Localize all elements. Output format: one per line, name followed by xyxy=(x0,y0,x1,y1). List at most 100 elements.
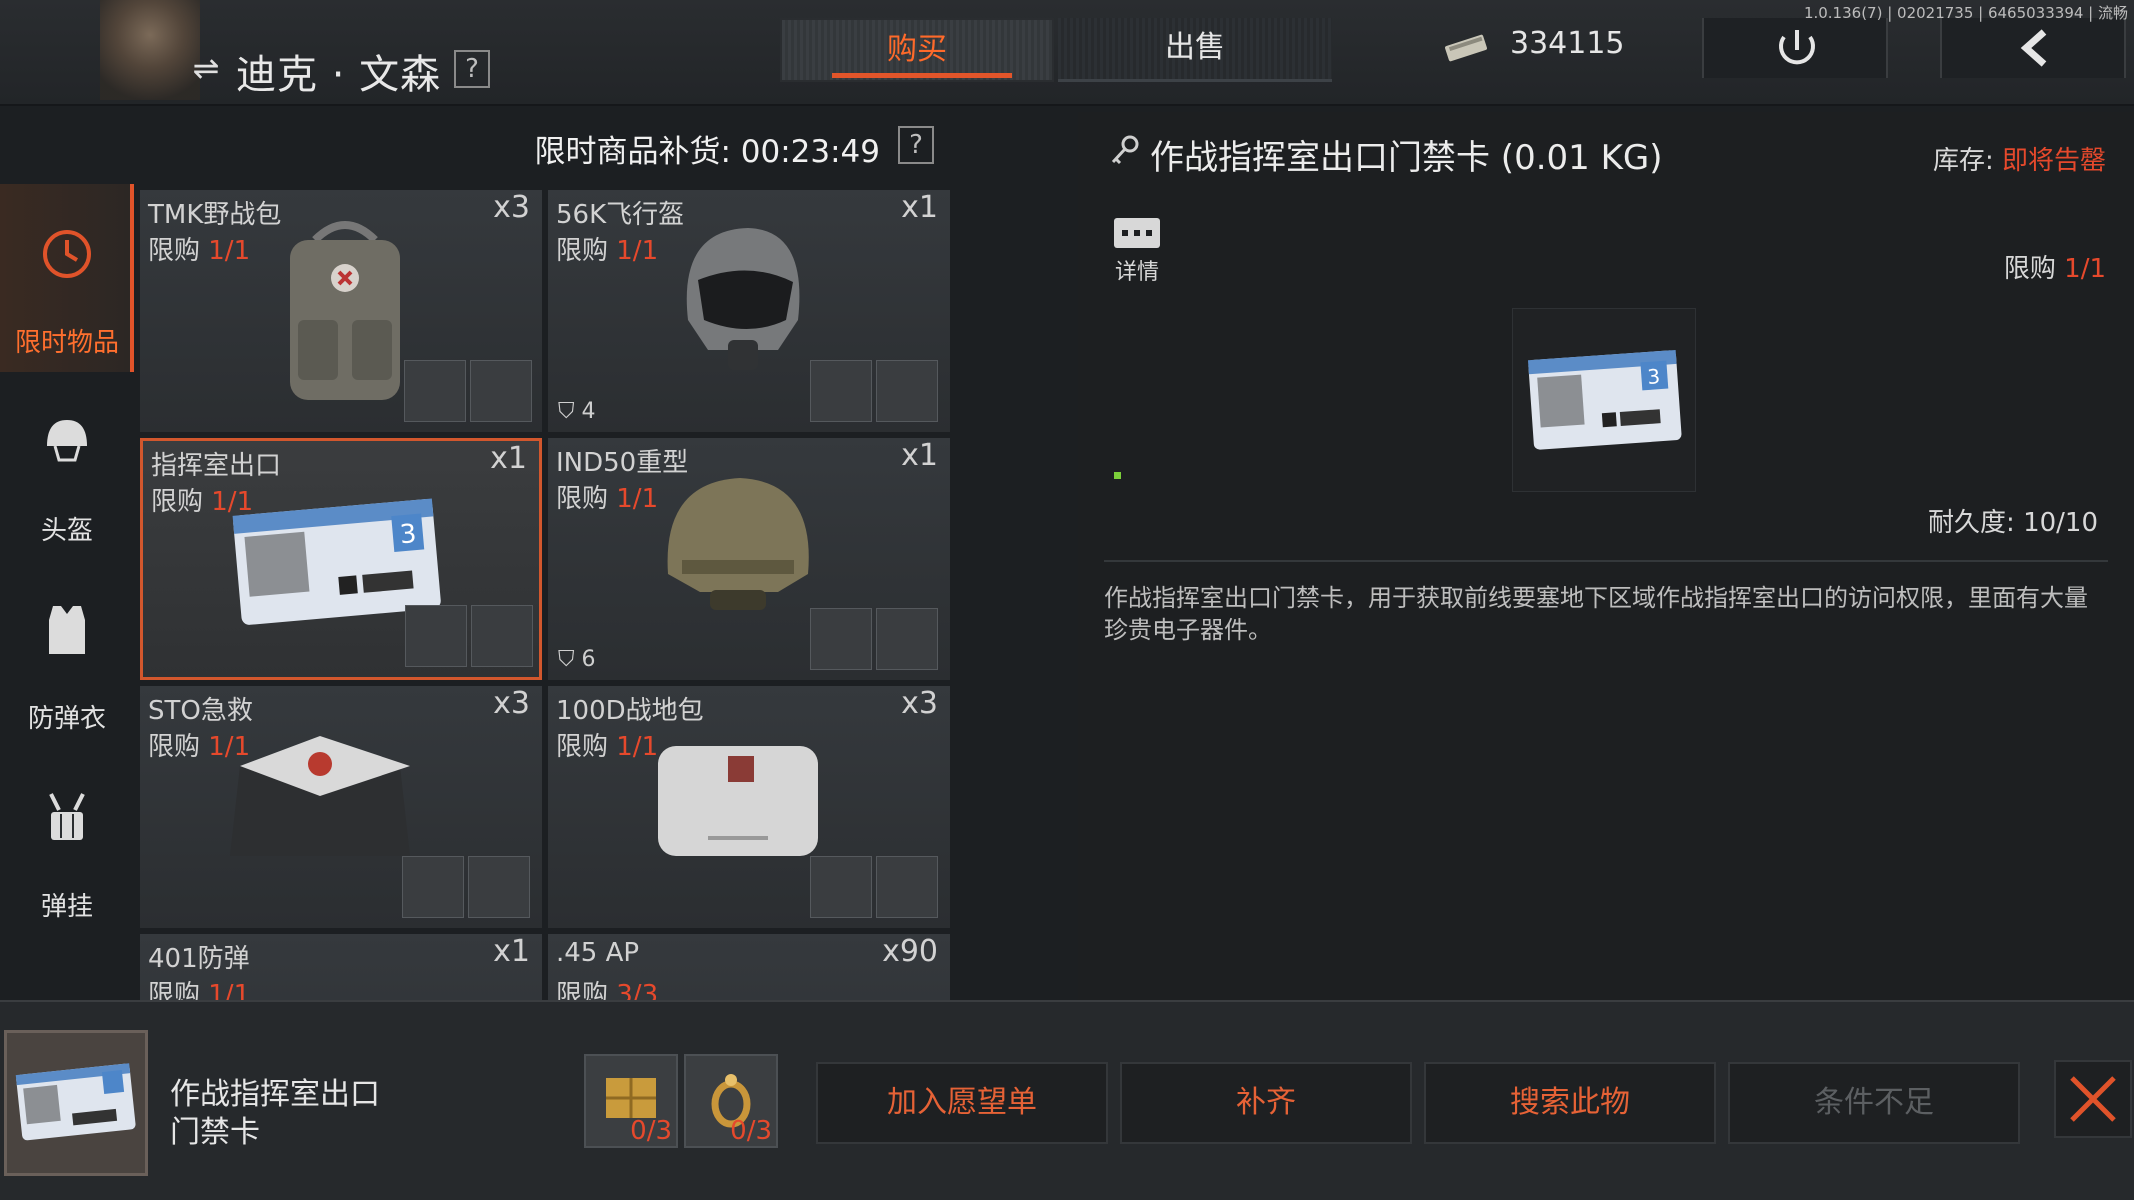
item-limit: 限购 1/1 xyxy=(556,236,659,266)
item-qty: x1 xyxy=(493,934,530,969)
medkit-case-icon xyxy=(230,736,410,856)
item-name: .45 AP xyxy=(556,938,640,968)
item-card[interactable]: STO急救 x3 限购 1/1 xyxy=(140,686,542,928)
stock-status: 库存: 即将告罄 xyxy=(1932,146,2106,176)
item-name: STO急救 xyxy=(148,696,253,726)
svg-text:3: 3 xyxy=(1647,364,1661,389)
insufficient-conditions-button[interactable]: 条件不足 xyxy=(1728,1062,2020,1144)
restock-button[interactable]: 补齐 xyxy=(1120,1062,1412,1144)
category-label: 头盔 xyxy=(40,516,93,546)
status-indicator xyxy=(1114,472,1121,479)
item-name: 100D战地包 xyxy=(556,696,704,726)
item-card[interactable]: 401防弹 x1 限购 1/1 xyxy=(140,934,542,1000)
ring-icon xyxy=(471,605,533,667)
bottom-action-bar: 作战指挥室出口门禁卡 0/3 0/3 加入愿望单 补齐 搜索此物 条件不足 xyxy=(0,1000,2134,1200)
category-vest[interactable]: 防弹衣 xyxy=(0,560,134,748)
money-icon xyxy=(1445,34,1487,62)
item-name: 401防弹 xyxy=(148,944,250,974)
shop-header: 限时商品补货: 00:23:49 xyxy=(138,112,958,184)
heavy-helmet-icon xyxy=(667,478,809,610)
material-slot xyxy=(876,360,938,422)
helmet-icon xyxy=(47,420,87,462)
material-slot xyxy=(404,360,466,422)
item-card[interactable]: IND50重型 x1 限购 1/1 ⛉ 6 xyxy=(548,438,950,680)
divider xyxy=(1104,560,2108,562)
item-card[interactable]: 100D战地包 x3 限购 1/1 xyxy=(548,686,950,928)
material-slot xyxy=(470,360,532,422)
details-label: 详情 xyxy=(1114,260,1159,285)
trader-name: 迪克 · 文森 xyxy=(236,52,442,98)
requirement-slot[interactable]: 0/3 xyxy=(584,1054,678,1148)
material-slot xyxy=(876,608,938,670)
requirement-count: 0/3 xyxy=(630,1116,672,1146)
keycard-icon xyxy=(15,1063,136,1141)
item-qty: x3 xyxy=(493,190,530,225)
item-name: TMK野战包 xyxy=(148,200,282,230)
category-helmet[interactable]: 头盔 xyxy=(0,372,134,560)
back-button[interactable] xyxy=(1940,18,2126,78)
selected-item-thumbnail xyxy=(4,1030,148,1176)
svg-text:3: 3 xyxy=(399,519,418,550)
tab-sell-label: 出售 xyxy=(1165,30,1225,65)
field-bag-icon xyxy=(658,746,818,856)
tab-sell[interactable]: 出售 xyxy=(1058,18,1332,82)
item-limit: 限购 1/1 xyxy=(148,236,251,266)
item-qty: x1 xyxy=(901,190,938,225)
swap-trader-icon[interactable]: ⇌ xyxy=(188,50,224,86)
item-qty: x1 xyxy=(901,438,938,473)
active-tab-indicator xyxy=(832,73,1012,78)
selected-item-name: 作战指挥室出口门禁卡 xyxy=(170,1077,380,1150)
requirement-slot[interactable]: 0/3 xyxy=(684,1054,778,1148)
item-qty: x1 xyxy=(490,441,527,476)
material-slot xyxy=(810,856,872,918)
item-name: 56K飞行盔 xyxy=(556,200,685,230)
more-icon xyxy=(1114,218,1160,248)
restock-help-button[interactable]: ? xyxy=(898,126,934,164)
top-bar: ⇌ 迪克 · 文森 ? 购买 出售 334115 1.0.136(7) | 02… xyxy=(0,0,2134,106)
add-to-wishlist-button[interactable]: 加入愿望单 xyxy=(816,1062,1108,1144)
item-card-selected[interactable]: 指挥室出口 x1 限购 1/1 3 xyxy=(140,438,542,680)
armor-class: ⛉ 6 xyxy=(558,647,596,672)
details-button[interactable]: 详情 xyxy=(1112,218,1162,288)
material-slot xyxy=(810,360,872,422)
category-rail: 限时物品 头盔 防弹衣 弹挂 xyxy=(0,180,138,1000)
durability: 耐久度: 10/10 xyxy=(1928,508,2098,538)
item-limit: 限购 1/1 xyxy=(556,484,659,514)
item-preview: 3 xyxy=(1512,308,1696,492)
detail-purchase-limit: 限购 1/1 xyxy=(2003,254,2106,284)
category-label: 限时物品 xyxy=(14,328,119,358)
item-qty: x3 xyxy=(493,686,530,721)
tab-buy[interactable]: 购买 xyxy=(780,18,1054,82)
item-limit: 限购 3/3 xyxy=(556,980,659,1000)
detail-title: 作战指挥室出口门禁卡 (0.01 KG) xyxy=(1150,138,1663,178)
chevron-left-icon xyxy=(2020,29,2047,67)
version-info: 1.0.136(7) | 02021735 | 6465033394 | 流畅 xyxy=(1803,4,2128,22)
item-qty: x3 xyxy=(901,686,938,721)
close-button[interactable] xyxy=(2054,1060,2132,1138)
item-card[interactable]: 56K飞行盔 x1 限购 1/1 ⛉ 4 xyxy=(548,190,950,432)
item-card[interactable]: TMK野战包 x3 限购 1/1 xyxy=(140,190,542,432)
trader-portrait xyxy=(100,0,200,100)
money-balance: 334115 xyxy=(1510,26,1625,61)
power-button[interactable] xyxy=(1702,18,1888,78)
restock-timer: 限时商品补货: 00:23:49 xyxy=(534,134,880,170)
material-slot xyxy=(876,856,938,918)
item-card[interactable]: .45 AP x90 限购 3/3 xyxy=(548,934,950,1000)
category-chest-rig[interactable]: 弹挂 xyxy=(0,748,134,936)
material-slot xyxy=(810,608,872,670)
category-limited[interactable]: 限时物品 xyxy=(0,184,134,372)
material-slot xyxy=(468,856,530,918)
flight-helmet-icon xyxy=(686,228,800,370)
item-detail-panel: 作战指挥室出口门禁卡 (0.01 KG) 库存: 即将告罄 详情 限购 1/1 … xyxy=(1078,112,2134,1000)
material-slot xyxy=(402,856,464,918)
vest-icon xyxy=(49,606,85,654)
item-description: 作战指挥室出口门禁卡，用于获取前线要塞地下区域作战指挥室出口的访问权限，里面有大… xyxy=(1104,584,2088,644)
requirement-count: 0/3 xyxy=(730,1116,772,1146)
category-label: 防弹衣 xyxy=(27,704,106,734)
key-icon xyxy=(1111,135,1139,165)
search-item-button[interactable]: 搜索此物 xyxy=(1424,1062,1716,1144)
item-name: 指挥室出口 xyxy=(151,451,282,481)
gold-bars-icon xyxy=(405,605,467,667)
chest-rig-icon xyxy=(49,793,85,840)
help-button[interactable]: ? xyxy=(454,50,490,88)
